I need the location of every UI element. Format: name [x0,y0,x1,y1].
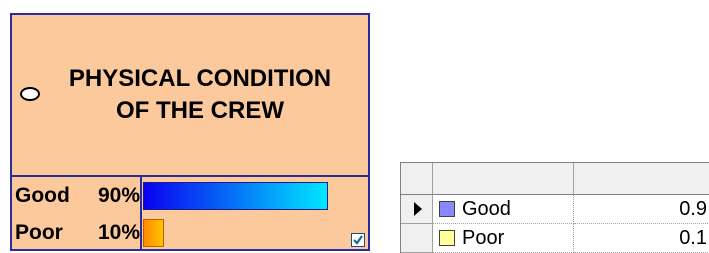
state-bar-track [143,182,348,210]
table-cell-value[interactable]: 0.1 [574,224,709,253]
state-name: Poor [15,221,63,244]
table-column-header-state[interactable] [433,163,574,195]
state-bar-track [143,219,348,247]
state-percent: 10% [97,221,140,244]
table-column-header-value[interactable] [574,163,709,195]
node-title: PHYSICAL CONDITION OF THE CREW [68,65,332,124]
state-text: Good [462,198,511,220]
state-row-poor: Poor 10% [12,215,368,251]
node-state-circle-icon [20,87,40,101]
table-cell-state[interactable]: Poor [433,224,574,253]
color-swatch-icon [439,230,455,246]
table-corner-header[interactable] [401,163,433,195]
probability-table: Good 0.9 Poor 0.1 [400,162,709,253]
table-cell-value[interactable]: 0.9 [574,195,709,224]
state-bar-good [143,182,328,210]
value-text: 0.9 [679,198,707,220]
state-percent: 90% [97,184,140,207]
current-row-arrow-icon [414,202,422,216]
node-checkbox[interactable] [351,233,365,247]
node-divider [12,175,368,177]
table-cell-state[interactable]: Good [433,195,574,224]
color-swatch-icon [439,201,455,217]
value-text: 0.1 [679,227,707,249]
state-name: Good [15,184,70,207]
table-row-header[interactable] [401,195,433,224]
node-header: PHYSICAL CONDITION OF THE CREW [12,15,368,175]
state-bar-poor [143,219,164,247]
node-physical-condition[interactable]: PHYSICAL CONDITION OF THE CREW Good 90% … [10,13,370,251]
table-row-header[interactable] [401,224,433,253]
checkmark-icon [353,235,363,245]
state-text: Poor [462,227,505,249]
state-row-good: Good 90% [12,178,368,214]
